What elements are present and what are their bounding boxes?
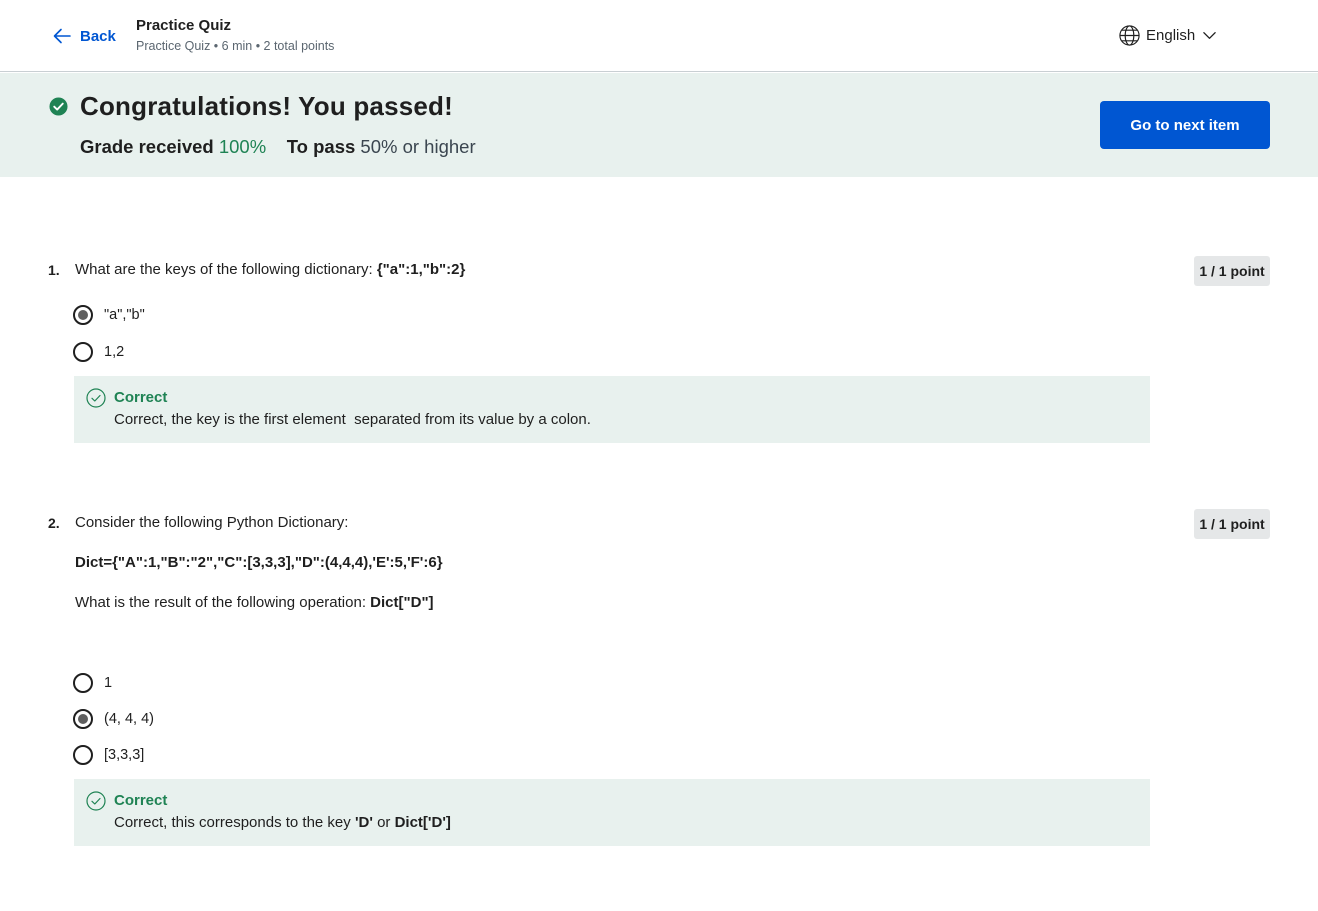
radio-button[interactable]: [73, 305, 93, 325]
arrow-left-icon: [53, 28, 71, 44]
question-code: Dict["D"]: [370, 594, 434, 611]
question-code-line: Dict={"A":1,"B":"2","C":[3,3,3],"D":(4,4…: [75, 554, 443, 571]
check-circle-outline-icon: [86, 388, 106, 408]
answer-option[interactable]: (4, 4, 4): [73, 709, 154, 729]
option-label: [3,3,3]: [104, 747, 145, 763]
radio-button[interactable]: [73, 673, 93, 693]
pass-label: To pass: [286, 136, 356, 157]
feedback-box: Correct Correct, this corresponds to the…: [74, 779, 1150, 846]
radio-button[interactable]: [73, 745, 93, 765]
answer-option[interactable]: "a","b": [73, 305, 145, 325]
question-code: {"a":1,"b":2}: [376, 261, 466, 278]
option-label: 1: [104, 675, 113, 691]
code-text: Dict={"A":1,"B":"2","C":[3,3,3],"D":(4,4…: [75, 554, 443, 571]
grade-summary: Grade received 100% To pass 50% or highe…: [80, 136, 476, 158]
check-circle-icon: [49, 97, 68, 116]
feedback-text: Correct, the key is the first element se…: [114, 411, 591, 428]
grade-label: Grade received: [80, 136, 214, 157]
option-label: "a","b": [104, 307, 145, 323]
grade-value: 100%: [218, 136, 267, 157]
radio-button[interactable]: [73, 709, 93, 729]
answer-option[interactable]: [3,3,3]: [73, 745, 144, 765]
check-circle-outline-icon: [86, 791, 106, 811]
language-label: English: [1146, 27, 1196, 44]
option-label: 1,2: [104, 344, 125, 360]
chevron-down-icon: [1203, 32, 1216, 39]
question-intro: Consider the following Python Dictionary…: [75, 514, 349, 531]
globe-icon: [1119, 25, 1140, 46]
feedback-dict-code: Dict['D']: [394, 814, 451, 831]
option-label: (4, 4, 4): [104, 711, 154, 727]
question-number: 1.: [48, 262, 60, 278]
page-header: Back Practice Quiz Practice Quiz • 6 min…: [0, 0, 1318, 72]
question-prompt: What are the keys of the following dicti…: [75, 261, 377, 278]
question-text: What are the keys of the following dicti…: [75, 261, 465, 278]
points-badge: 1 / 1 point: [1194, 509, 1270, 539]
page-title: Practice Quiz: [136, 17, 232, 34]
answer-option[interactable]: 1,2: [73, 342, 124, 362]
question-prompt: What is the result of the following oper…: [75, 594, 371, 611]
question-text: What is the result of the following oper…: [75, 594, 434, 611]
go-to-next-item-button[interactable]: Go to next item: [1100, 101, 1270, 149]
feedback-mid: or: [372, 814, 395, 831]
feedback-text: Correct, this corresponds to the key 'D'…: [114, 814, 451, 831]
page-subtitle: Practice Quiz • 6 min • 2 total points: [136, 39, 335, 53]
language-selector[interactable]: English: [1118, 24, 1217, 47]
feedback-key-code: 'D': [354, 814, 373, 831]
feedback-title: Correct: [114, 792, 168, 809]
banner-title: Congratulations! You passed!: [80, 91, 454, 121]
back-button[interactable]: Back: [52, 26, 116, 46]
back-label: Back: [80, 27, 116, 45]
pass-value: 50% or higher: [360, 136, 476, 157]
feedback-title: Correct: [114, 389, 168, 406]
points-badge: 1 / 1 point: [1194, 256, 1270, 286]
radio-button[interactable]: [73, 342, 93, 362]
answer-option[interactable]: 1: [73, 673, 112, 693]
feedback-prefix: Correct, this corresponds to the key: [114, 814, 355, 831]
feedback-box: Correct Correct, the key is the first el…: [74, 376, 1150, 443]
question-number: 2.: [48, 515, 60, 531]
